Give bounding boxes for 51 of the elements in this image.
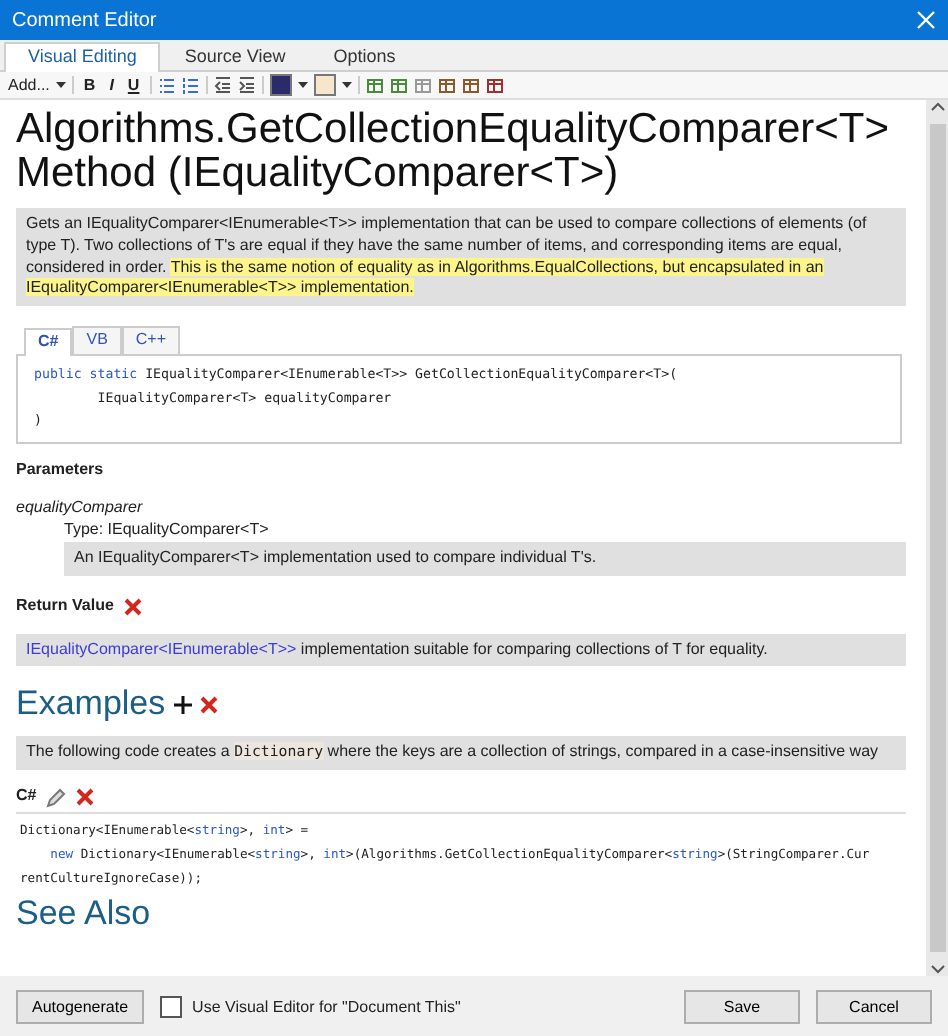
checkbox-label: Use Visual Editor for "Document This" — [192, 997, 461, 1015]
section-heading: Return Value — [16, 595, 114, 618]
table-icon[interactable] — [461, 76, 480, 94]
return-description: IEqualityComparer<IEnumerable<T>> implementation suitable for comparing collections of T for equality. — [16, 633, 906, 667]
document-title: Algorithms.GetCollectionEqualityComparer<T> Method (IEqualityComparer<T>) — [16, 108, 892, 197]
format-button[interactable]: I — [105, 76, 118, 94]
close-icon[interactable] — [916, 10, 936, 30]
delete-icon[interactable] — [76, 788, 95, 807]
add-icon[interactable] — [173, 696, 192, 715]
delete-icon[interactable] — [123, 597, 142, 616]
table-icon[interactable] — [437, 76, 456, 94]
caret-icon[interactable] — [341, 82, 352, 88]
tab[interactable]: Visual Editing — [4, 42, 161, 72]
outdent-icon[interactable] — [213, 76, 232, 94]
parameter-name: equalityComparer — [16, 498, 145, 521]
dialog-button[interactable]: Save — [684, 989, 800, 1023]
summary-text: Gets an IEqualityComparer<IEnumerable<T>> implementation that can be used to compare collections of elements (of type T). Two collections of T's are equal if they have the same number of items, and corresponding items are equal, considered in order. This is the same notion of equality as in Algorithms.EqualCollections, but encapsulated in an IEqualityComparer<IEnumerable<T>> implementation. — [16, 208, 906, 307]
pencil-icon[interactable] — [46, 787, 67, 808]
parameter-type: Type: IEqualityComparer<T> — [64, 520, 271, 543]
caret-icon[interactable] — [297, 82, 308, 88]
table-icon[interactable] — [365, 76, 384, 94]
scroll-up-icon[interactable] — [929, 100, 945, 112]
bullet-list-icon[interactable] — [157, 76, 176, 94]
table-icon[interactable] — [389, 76, 408, 94]
window-title: Comment Editor — [12, 9, 157, 31]
delete-icon[interactable] — [199, 696, 218, 715]
section-heading: Examples — [16, 682, 166, 727]
tab[interactable]: Source View — [160, 42, 310, 70]
table-icon[interactable] — [485, 76, 504, 94]
scroll-down-icon[interactable] — [929, 964, 945, 976]
format-button[interactable]: B — [79, 76, 100, 94]
indent-icon[interactable] — [237, 76, 256, 94]
language-tab[interactable]: VB — [72, 326, 122, 355]
autogenerate-button[interactable]: Autogenerate — [16, 989, 145, 1023]
add-menu[interactable]: Add... — [8, 76, 50, 94]
color-picker[interactable] — [313, 74, 336, 96]
tab[interactable]: Options — [309, 42, 420, 70]
code-language: C# — [16, 786, 37, 808]
numbered-list-icon[interactable] — [181, 76, 200, 94]
scrollbar[interactable] — [926, 100, 948, 976]
parameter-description: An IEqualityComparer<T> implementation used to compare individual T's. — [64, 542, 906, 576]
color-picker[interactable] — [269, 74, 292, 96]
language-tab[interactable]: C++ — [121, 326, 181, 355]
language-tab[interactable]: C# — [24, 328, 73, 357]
section-heading: Parameters — [16, 459, 104, 481]
type-link[interactable]: IEqualityComparer<IEnumerable<T>> — [26, 639, 297, 658]
format-button[interactable]: U — [123, 76, 144, 94]
checkbox[interactable] — [160, 995, 183, 1017]
section-heading: See Also — [16, 895, 151, 934]
dialog-button[interactable]: Cancel — [816, 989, 932, 1023]
caret-icon[interactable] — [55, 82, 66, 88]
